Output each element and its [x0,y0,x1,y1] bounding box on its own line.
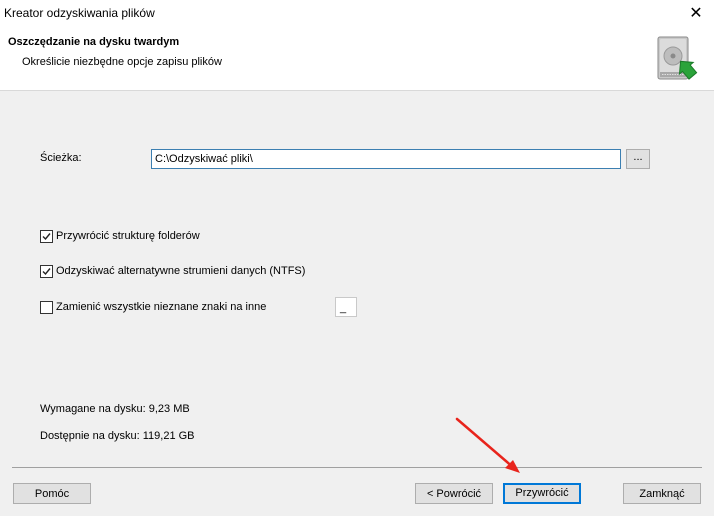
page-title: Oszczędzanie na dysku twardym [8,36,180,48]
option-label: Zamienić wszystkie nieznane znaki na inn… [56,301,267,313]
required-space-text: Wymagane na dysku: 9,23 MB [40,403,190,415]
close-button[interactable]: Zamknąć [623,483,701,504]
wizard-header: Oszczędzanie na dysku twardym Określicie… [0,28,714,90]
hard-drive-restore-icon [657,36,698,80]
checkbox-unchecked[interactable] [40,300,53,314]
close-window-button[interactable]: ✕ [680,2,712,26]
option-label: Odzyskiwać alternatywne strumieni danych… [56,265,306,277]
restore-button[interactable]: Przywrócić [503,483,581,504]
option-recover-ads[interactable]: Odzyskiwać alternatywne strumieni danych… [40,264,305,278]
available-space-text: Dostępnie na dysku: 119,21 GB [40,430,195,442]
browse-button[interactable]: ... [626,149,650,169]
close-icon: ✕ [689,5,703,22]
checkmark-icon [42,267,51,275]
path-input[interactable]: C:\Odzyskiwać pliki\ [151,149,621,169]
path-label: Ścieżka: [40,152,82,164]
checkbox-checked[interactable] [40,229,53,243]
page-subtitle: Określicie niezbędne opcje zapisu plików [22,56,222,68]
option-replace-unknown-chars[interactable]: Zamienić wszystkie nieznane znaki na inn… [40,300,266,314]
footer-divider [12,467,702,468]
window-title: Kreator odzyskiwania plików [4,6,155,20]
help-button[interactable]: Pomóc [13,483,91,504]
header-divider [0,90,714,91]
checkmark-icon [42,232,51,240]
checkbox-checked[interactable] [40,264,53,278]
annotation-arrow-icon [455,417,520,473]
replacement-char-input[interactable]: _ [335,297,357,317]
option-restore-folder-structure[interactable]: Przywrócić strukturę folderów [40,229,200,243]
back-button[interactable]: < Powrócić [415,483,493,504]
option-label: Przywrócić strukturę folderów [56,230,200,242]
title-bar: Kreator odzyskiwania plików ✕ [0,0,714,28]
